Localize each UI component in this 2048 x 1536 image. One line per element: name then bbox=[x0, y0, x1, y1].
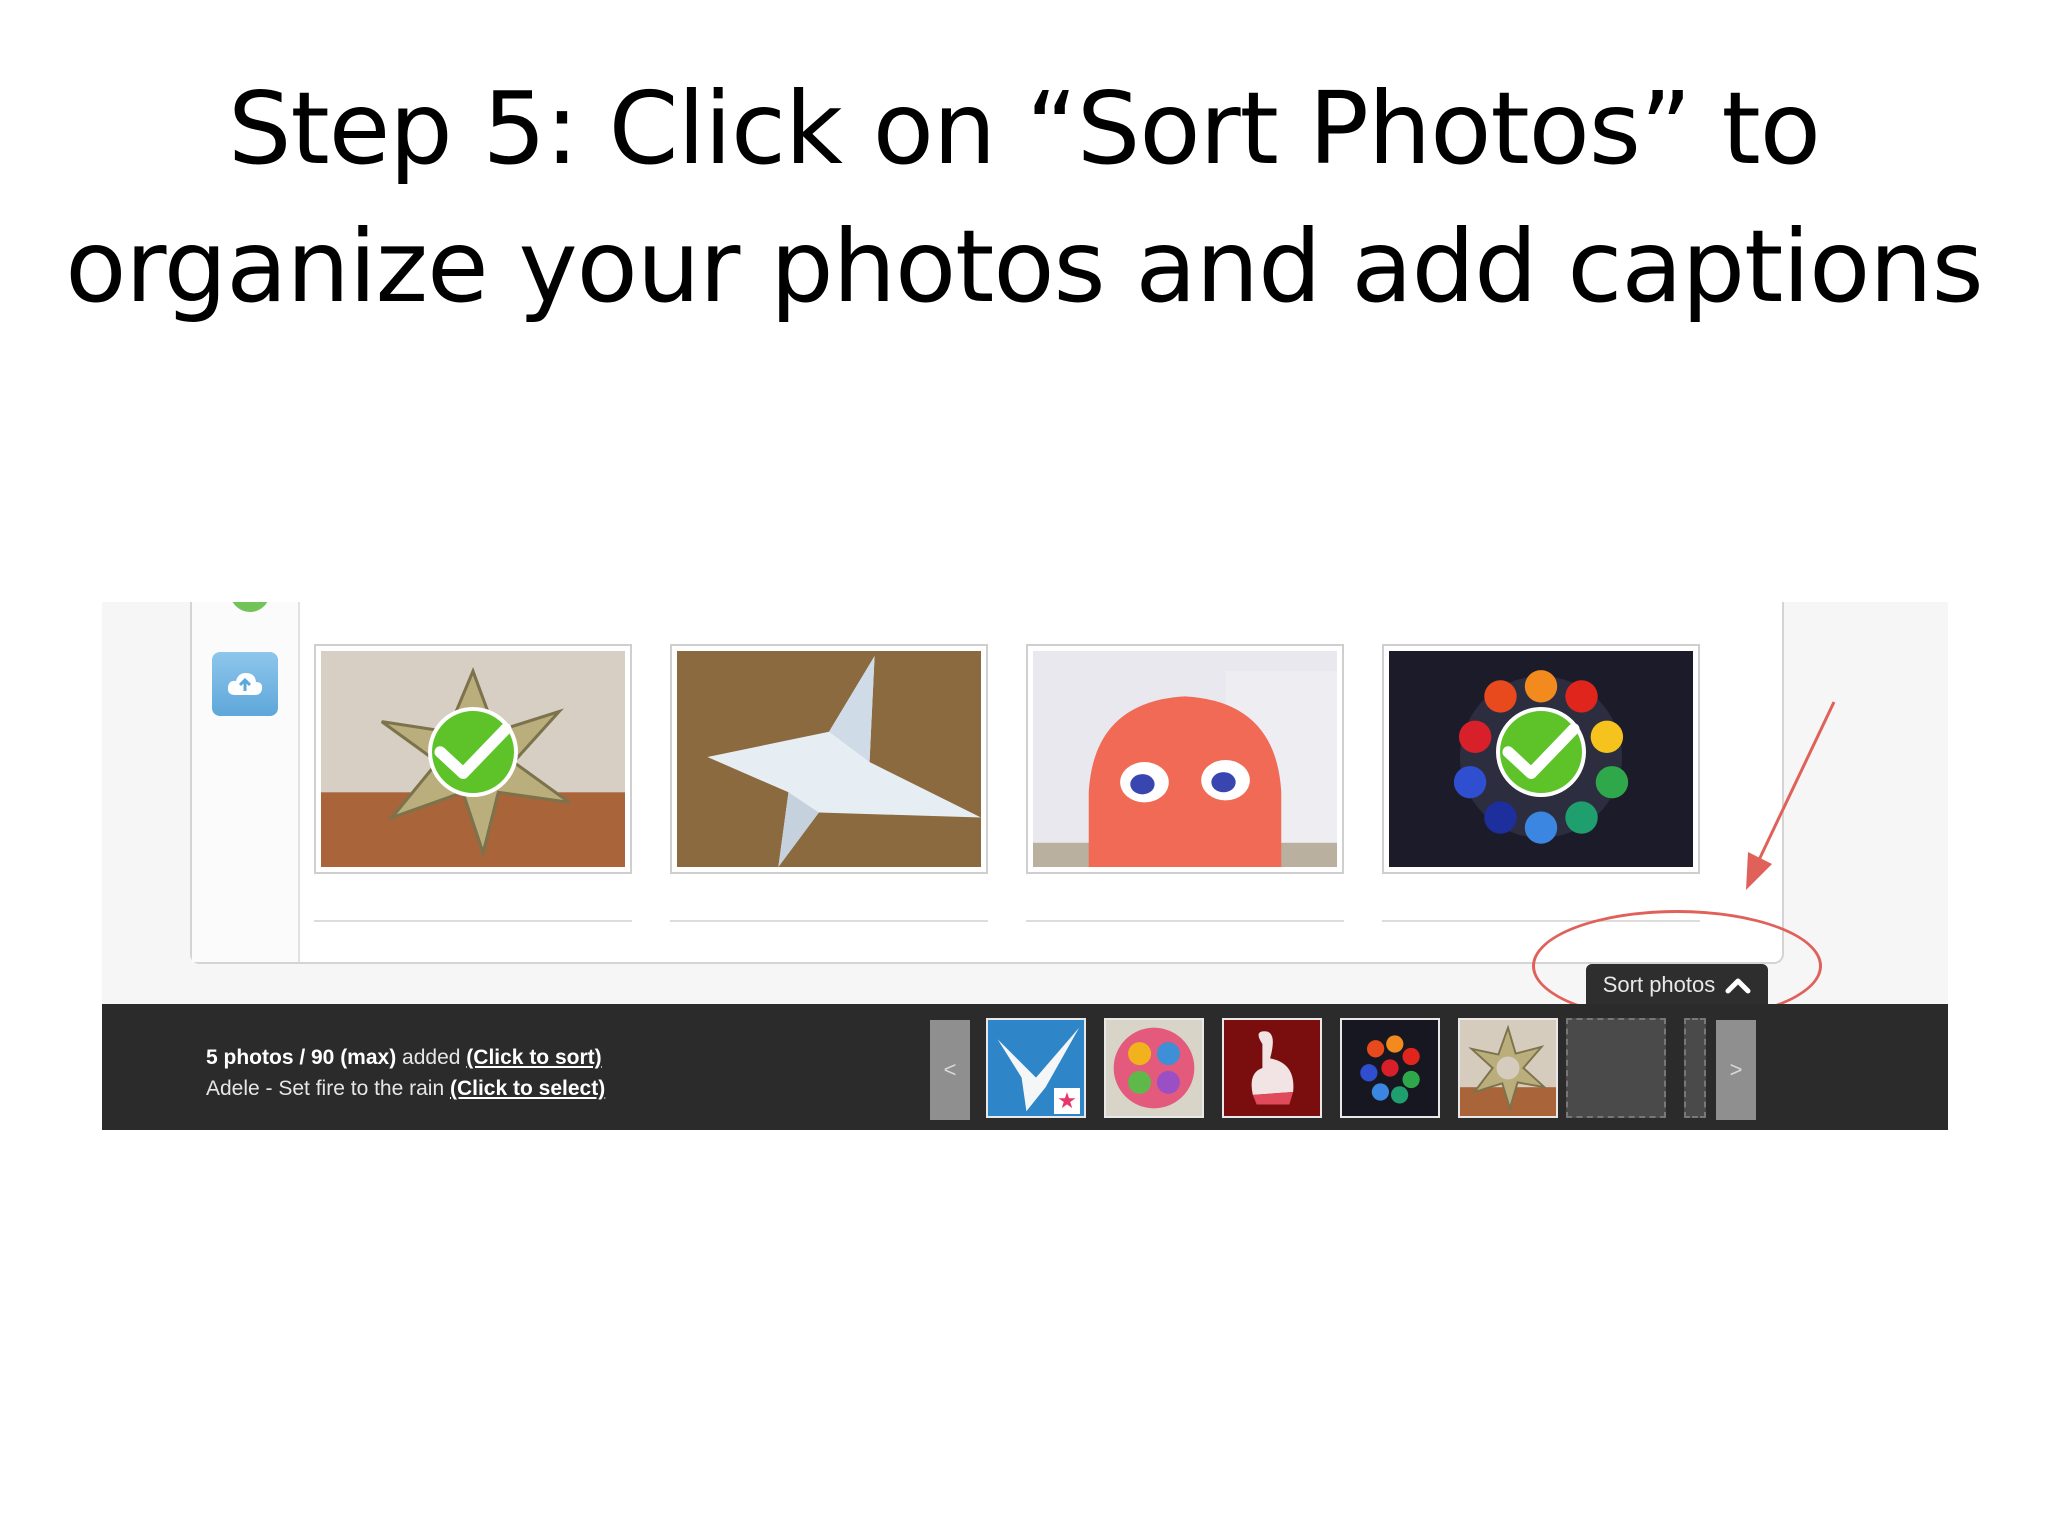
empty-tray-slot bbox=[1566, 1018, 1666, 1118]
flower-kusudama-thumbnail bbox=[1106, 1020, 1202, 1116]
photo-card[interactable] bbox=[1026, 644, 1344, 874]
cover-star-icon: ★ bbox=[1054, 1088, 1080, 1114]
gallery-sidebar bbox=[192, 602, 300, 962]
row-divider bbox=[670, 920, 988, 922]
photo-count-info: 5 photos / 90 (max) added (Click to sort… bbox=[206, 1042, 605, 1104]
photo-gallery-panel bbox=[190, 602, 1784, 964]
tray-prev-button[interactable]: < bbox=[930, 1020, 970, 1120]
tray-next-button[interactable]: > bbox=[1716, 1020, 1756, 1120]
tray-thumbnail[interactable] bbox=[1222, 1018, 1322, 1118]
rose-ball-origami-thumbnail bbox=[1342, 1020, 1438, 1116]
song-title: Adele - Set fire to the rain bbox=[206, 1077, 450, 1100]
row-divider bbox=[1026, 920, 1344, 922]
selected-check-icon bbox=[1496, 707, 1586, 797]
photo-count-suffix: added bbox=[396, 1046, 467, 1069]
slide-title: Step 5: Click on “Sort Photos” to organi… bbox=[0, 60, 2048, 336]
swan-origami-thumbnail bbox=[1224, 1020, 1320, 1116]
photo-tray-bar: 5 photos / 90 (max) added (Click to sort… bbox=[102, 1004, 1948, 1130]
photo-count-line: 5 photos / 90 (max) added (Click to sort… bbox=[206, 1042, 605, 1073]
photo-card[interactable] bbox=[314, 644, 632, 874]
paper-shuriken-photo bbox=[677, 651, 981, 867]
cloud-upload-button[interactable] bbox=[212, 652, 278, 716]
screenshot: Sort photos 5 photos / 90 (max) added (C… bbox=[102, 602, 1948, 1130]
tray-thumbnail[interactable]: ★ bbox=[986, 1018, 1086, 1118]
annotation-arrow bbox=[1746, 701, 1836, 890]
click-to-select-link[interactable]: (Click to select) bbox=[450, 1077, 605, 1100]
cloud-upload-icon bbox=[227, 673, 263, 695]
money-star-origami-thumbnail bbox=[1460, 1020, 1556, 1116]
song-line: Adele - Set fire to the rain (Click to s… bbox=[206, 1073, 605, 1104]
click-to-sort-link[interactable]: (Click to sort) bbox=[466, 1046, 601, 1069]
empty-tray-slot bbox=[1684, 1018, 1706, 1118]
tray-thumbnail[interactable] bbox=[1104, 1018, 1204, 1118]
row-divider bbox=[314, 920, 632, 922]
green-button-partial[interactable] bbox=[230, 602, 270, 612]
slide-title-line-2: organize your photos and add captions bbox=[65, 208, 1984, 325]
3d-origami-pacman-ghost-photo bbox=[1033, 651, 1337, 867]
photo-card[interactable] bbox=[670, 644, 988, 874]
photo-card[interactable] bbox=[1382, 644, 1700, 874]
photo-count: 5 photos / 90 (max) bbox=[206, 1046, 397, 1069]
tray-thumbnail[interactable] bbox=[1340, 1018, 1440, 1118]
tray-thumbnail[interactable] bbox=[1458, 1018, 1558, 1118]
slide-title-line-1: Step 5: Click on “Sort Photos” to bbox=[228, 70, 1821, 187]
selected-check-icon bbox=[428, 707, 518, 797]
